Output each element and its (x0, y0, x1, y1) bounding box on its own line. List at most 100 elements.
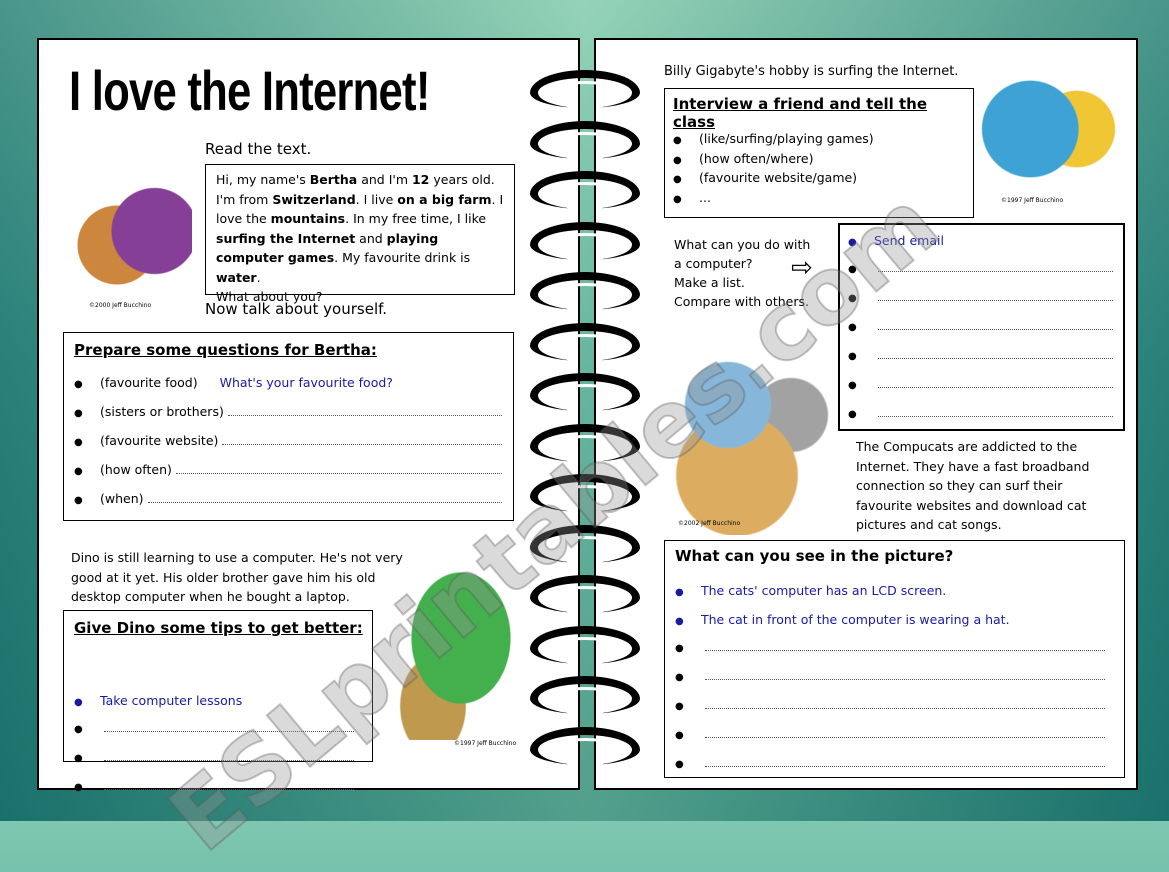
text-segment: . My favourite drink is (334, 250, 471, 265)
text-segment: . I live (355, 191, 398, 207)
spiral-ring (530, 272, 640, 310)
tips-heading: Give Dino some tips to get better: (74, 619, 363, 637)
dino-computer-picture (384, 570, 524, 740)
bullet-icon: ● (848, 293, 857, 304)
cue-text: (when) (100, 491, 144, 506)
credit: ©1997 Jeff Bucchino (1001, 197, 1064, 204)
bullet-icon: ● (74, 466, 83, 477)
list-item: ● (like/surfing/playing games) (673, 131, 963, 146)
list-item: ● (675, 757, 1105, 770)
answer-line[interactable] (104, 751, 354, 761)
item-text: Send email (874, 233, 944, 248)
list-item: ● (74, 751, 354, 764)
text-segment: water (216, 269, 257, 285)
answer-line[interactable] (104, 722, 354, 732)
answer-line[interactable] (878, 320, 1113, 330)
bullet-icon: ● (74, 379, 83, 390)
answer-line[interactable] (222, 435, 502, 445)
answer-line[interactable] (705, 670, 1105, 680)
bullet-icon: ● (74, 782, 83, 793)
answer-line[interactable] (878, 407, 1113, 417)
bullet-icon: ● (848, 409, 857, 420)
bullet-icon: ● (848, 237, 857, 248)
bullet-icon: ● (675, 701, 684, 712)
bullet-icon: ● (74, 697, 83, 708)
billy-text: Billy Gigabyte's hobby is surfing the In… (664, 64, 959, 79)
bullet-icon: ● (74, 408, 83, 419)
cue-text: (how often) (100, 462, 172, 477)
item-text: Take computer lessons (100, 693, 243, 708)
bullet-icon: ● (74, 495, 83, 506)
text-segment: mountains (270, 211, 346, 226)
list-item: ● (848, 320, 1113, 333)
surfer-picture (976, 54, 1131, 204)
answer-line[interactable] (705, 728, 1105, 738)
answer-line[interactable] (878, 349, 1113, 359)
questions-heading: Prepare some questions for Bertha: (74, 341, 377, 359)
item-text: (like/surfing/playing games) (699, 131, 874, 146)
text-segment: . (256, 269, 261, 285)
list-item: ● Send email (848, 233, 1113, 248)
answer-line[interactable] (175, 464, 502, 474)
answer-line[interactable] (104, 780, 354, 790)
answer-line[interactable] (705, 641, 1105, 651)
page-title: I love the Internet! (69, 59, 430, 122)
picture-heading: What can you see in the picture? (675, 547, 954, 565)
list-item: ● (sisters or brothers) (74, 404, 502, 419)
bullet-icon: ● (673, 193, 682, 205)
bullet-icon: ● (848, 322, 857, 333)
bullet-icon: ● (673, 154, 682, 166)
tips-box: Give Dino some tips to get better: ● Take… (63, 610, 373, 793)
answer-text: What's your favourite food? (219, 375, 393, 390)
list-item: ● (favourite website) (74, 433, 502, 448)
item-text: (how often/where) (699, 150, 814, 166)
questions-box: Prepare some questions for Bertha: ● (fav… (63, 332, 514, 521)
credit: ©2002 Jeff Bucchino (678, 520, 741, 527)
answer-line[interactable] (878, 262, 1113, 272)
prompt-line: a computer? (674, 256, 753, 271)
text-segment: Bertha (309, 172, 358, 187)
item-text: (favourite website/game) (699, 170, 858, 185)
dino-text: Dino is still learning to use a computer… (71, 550, 403, 604)
answer-line[interactable] (705, 757, 1105, 767)
bullet-icon: ● (675, 643, 684, 654)
bullet-icon: ● (675, 672, 684, 683)
talk-instruction: Now talk about yourself. (205, 300, 388, 318)
text-segment: 12 (411, 172, 430, 187)
bullet-icon: ● (74, 724, 83, 735)
bullet-icon: ● (675, 616, 684, 627)
answer-line[interactable] (227, 406, 502, 416)
list-item: ● (how often/where) (673, 151, 963, 166)
text-segment: Hi, my name's (216, 172, 310, 187)
list-item: ● (74, 780, 354, 793)
list-item: ● (675, 728, 1105, 741)
spiral-ring (530, 373, 640, 411)
text-segment: Switzerland (272, 191, 356, 207)
list-item: ● (favourite website/game) (673, 170, 963, 185)
answer-line[interactable] (147, 493, 502, 503)
bullet-icon: ● (675, 759, 684, 770)
item-text: The cat in front of the computer is wear… (701, 612, 1010, 627)
text-segment: on a big farm (397, 191, 492, 207)
left-page: I love the Internet! ©2000 Jeff Bucchino… (37, 38, 580, 793)
answer-line[interactable] (705, 699, 1105, 709)
bullet-icon: ● (848, 351, 857, 362)
spiral-ring (530, 171, 640, 209)
answer-line[interactable] (878, 378, 1113, 388)
answer-line[interactable] (878, 291, 1113, 301)
interview-box: Interview a friend and tell the class ● (… (664, 88, 974, 218)
right-page: Billy Gigabyte's hobby is surfing the In… (594, 38, 1138, 790)
computer-prompt: What can you do with a computer? Make a li… (674, 235, 810, 311)
bullet-icon: ● (74, 437, 83, 448)
bullet-icon: ● (673, 135, 682, 146)
list-item: ● Take computer lessons (74, 693, 354, 708)
list-item: ● (675, 699, 1105, 712)
item-text: ... (699, 189, 711, 205)
list-item: ● (848, 291, 1113, 304)
text-segment: and I'm (357, 172, 412, 187)
interview-heading: Interview a friend and tell the class (673, 95, 928, 131)
prompt-line: Compare with others. (674, 294, 809, 309)
spiral-ring (530, 474, 640, 512)
list-item: ● (848, 349, 1113, 362)
cue-text: (favourite website) (100, 433, 219, 448)
